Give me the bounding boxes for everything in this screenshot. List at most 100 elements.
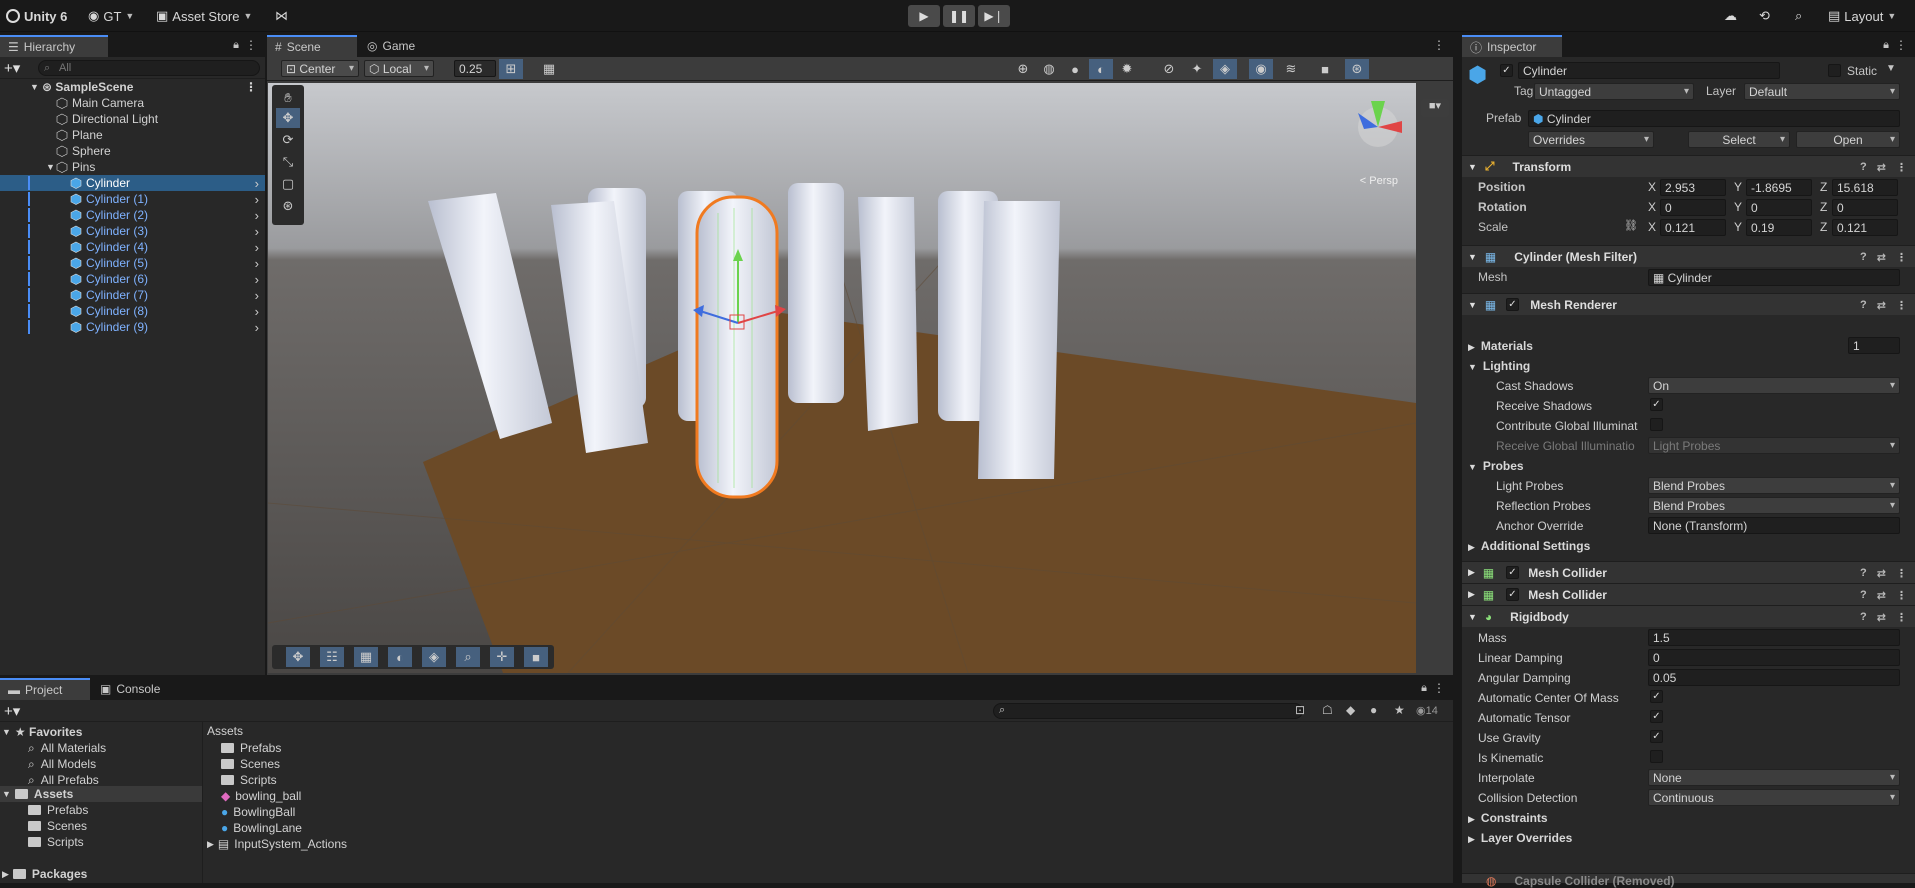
transform-rotation-x-field[interactable]: 0 <box>1660 199 1726 216</box>
chevron-right-icon[interactable]: › <box>255 304 259 319</box>
space-dropdown[interactable]: ⬡ Local <box>364 60 434 77</box>
warning-icon[interactable]: ● <box>1370 703 1377 717</box>
hierarchy-item[interactable]: Plane <box>0 127 265 143</box>
mesh-collider-2-enabled-checkbox[interactable]: ✓ <box>1506 588 1519 601</box>
anchor-override-field[interactable]: None (Transform) <box>1648 517 1900 534</box>
hierarchy-item[interactable]: Cylinder (3) › <box>0 223 265 239</box>
pause-button[interactable]: ❚❚ <box>943 5 975 27</box>
mesh-filter-header[interactable]: ▼ ▦ Cylinder (Mesh Filter) ? ⇄ ⋮ <box>1462 245 1915 267</box>
more-icon[interactable]: ⋮ <box>1433 681 1445 695</box>
scene-visibility-button[interactable]: ◉ <box>1249 59 1273 79</box>
overlay-layers-button[interactable]: ◈ <box>422 647 446 667</box>
cloud-button[interactable]: ☁ <box>1724 0 1737 32</box>
label-icon[interactable]: ◆ <box>1346 703 1355 717</box>
presets-icon[interactable]: ⇄ <box>1877 299 1886 312</box>
materials-count-field[interactable]: 1 <box>1848 337 1900 354</box>
hierarchy-item[interactable]: Cylinder (8) › <box>0 303 265 319</box>
grid-visibility-button[interactable]: ▦ <box>537 59 561 79</box>
move-tool[interactable]: ✥ <box>276 108 300 128</box>
more-icon[interactable]: ⋮ <box>1896 251 1907 264</box>
filter-type-icon[interactable]: ☖ <box>1322 703 1333 717</box>
assets-row[interactable]: ▼ Assets <box>0 786 202 802</box>
angular-damping-field[interactable]: 0.05 <box>1648 669 1900 686</box>
search-by-type-icon[interactable]: ⊡ <box>1295 703 1305 717</box>
constrain-proportions-icon[interactable]: ⛓ <box>1624 219 1638 232</box>
transform-tool[interactable]: ⊛ <box>276 196 300 216</box>
play-button[interactable]: ▶ <box>908 5 940 27</box>
layer-overrides-section[interactable]: ▶ Layer Overrides <box>1468 831 1572 845</box>
camera-settings-button[interactable]: ■ <box>1313 59 1337 79</box>
help-icon[interactable]: ? <box>1860 589 1867 601</box>
mesh-renderer-header[interactable]: ▼ ▦ ✓ Mesh Renderer ? ⇄ ⋮ <box>1462 293 1915 315</box>
audio-toggle-button[interactable]: ⊘ <box>1157 59 1181 79</box>
hierarchy-item[interactable]: Cylinder (7) › <box>0 287 265 303</box>
chevron-right-icon[interactable]: › <box>255 320 259 335</box>
unity-menu[interactable]: Unity 6 <box>6 0 67 32</box>
asset-folder-item[interactable]: Scripts <box>28 834 84 850</box>
help-icon[interactable]: ? <box>1860 161 1867 173</box>
asset-file-item[interactable]: Prefabs <box>221 740 281 756</box>
constraints-section[interactable]: ▶ Constraints <box>1468 811 1548 825</box>
lighting-section[interactable]: ▼ Lighting <box>1468 359 1530 373</box>
use-gravity-checkbox[interactable]: ✓ <box>1650 730 1663 743</box>
layers-button[interactable]: ◈ <box>1213 59 1237 79</box>
overlay-move-button[interactable]: ✥ <box>286 647 310 667</box>
transform-position-x-field[interactable]: 2.953 <box>1660 179 1726 196</box>
selected-cylinder[interactable] <box>695 195 779 499</box>
tag-dropdown[interactable]: Untagged <box>1534 83 1694 100</box>
tab-game[interactable]: ◎ Game <box>359 35 429 57</box>
asset-file-item[interactable]: ▶ ▤ InputSystem_Actions <box>207 836 347 852</box>
lock-icon[interactable]: 🔒︎ <box>1883 39 1889 52</box>
chevron-right-icon[interactable]: › <box>255 240 259 255</box>
rect-tool[interactable]: ▢ <box>276 174 300 194</box>
scene-viewport[interactable]: ✋︎ ✥ ⟳ ⤡ ▢ ⊛ < Persp ✥ ☷ ▦ ◐ ◈ ⌕ ✛ ■ <box>268 83 1416 673</box>
hierarchy-item[interactable]: ▼ Pins <box>0 159 265 175</box>
snap-increment-field[interactable]: 0.25 <box>454 60 496 77</box>
auto-tensor-checkbox[interactable]: ✓ <box>1650 710 1663 723</box>
mass-field[interactable]: 1.5 <box>1648 629 1900 646</box>
overlay-camera-button[interactable]: ■ <box>524 647 548 667</box>
more-icon[interactable]: ⋮ <box>1896 567 1907 580</box>
fx-toggle-button[interactable]: ✦ <box>1185 59 1209 79</box>
capsule-collider-removed-header[interactable]: ◍ Capsule Collider (Removed) <box>1462 873 1915 888</box>
asset-folder-item[interactable]: Scenes <box>28 818 87 834</box>
account-dropdown[interactable]: ◉ GT ▼ <box>88 0 134 32</box>
mesh-renderer-enabled-checkbox[interactable]: ✓ <box>1506 298 1519 311</box>
transform-rotation-z-field[interactable]: 0 <box>1832 199 1898 216</box>
materials-section[interactable]: ▶ Materials <box>1468 339 1533 353</box>
hierarchy-item[interactable]: Cylinder (6) › <box>0 271 265 287</box>
more-icon[interactable]: ⋮ <box>1433 38 1445 52</box>
lock-icon[interactable]: 🔒︎ <box>1421 682 1427 695</box>
asset-file-item[interactable]: ● BowlingBall <box>221 804 295 820</box>
gizmos-button[interactable]: ⊛ <box>1345 59 1369 79</box>
lighting-toggle-button[interactable]: ✹ <box>1115 59 1139 79</box>
rotate-tool[interactable]: ⟳ <box>276 130 300 150</box>
draw-mode-lit-button[interactable]: ◐ <box>1089 59 1113 79</box>
asset-file-item[interactable]: Scripts <box>221 772 277 788</box>
project-search-input[interactable]: ⌕ <box>993 703 1303 719</box>
help-icon[interactable]: ? <box>1860 567 1867 579</box>
favorite-item[interactable]: ⌕ All Models <box>28 756 96 772</box>
chevron-down-icon[interactable]: ▼ <box>1886 63 1896 74</box>
scene-row[interactable]: ▼ ⊛ SampleScene ⋮ <box>0 79 265 95</box>
contribute-gi-checkbox[interactable] <box>1650 418 1663 431</box>
scale-tool[interactable]: ⤡ <box>276 152 300 172</box>
step-button[interactable]: ▶❘ <box>978 5 1010 27</box>
chevron-right-icon[interactable]: › <box>255 288 259 303</box>
hierarchy-item[interactable]: Main Camera <box>0 95 265 111</box>
more-icon[interactable]: ⋮ <box>1896 161 1907 174</box>
hierarchy-item[interactable]: Cylinder (1) › <box>0 191 265 207</box>
chevron-right-icon[interactable]: › <box>255 256 259 271</box>
presets-icon[interactable]: ⇄ <box>1877 589 1886 602</box>
hierarchy-item[interactable]: Cylinder (9) › <box>0 319 265 335</box>
tab-console[interactable]: ▣ Console <box>92 678 172 700</box>
tab-hierarchy[interactable]: ☰ Hierarchy <box>0 35 108 57</box>
favorites-row[interactable]: ▼ ★ Favorites <box>2 724 82 740</box>
draw-mode-shaded-button[interactable]: ● <box>1063 59 1087 79</box>
receive-shadows-checkbox[interactable]: ✓ <box>1650 398 1663 411</box>
receive-gi-dropdown[interactable]: Light Probes <box>1648 437 1900 454</box>
hierarchy-item[interactable]: Cylinder (5) › <box>0 255 265 271</box>
static-checkbox[interactable] <box>1828 64 1841 77</box>
more-icon[interactable]: ⋮ <box>1895 38 1907 52</box>
pivot-dropdown[interactable]: ⊡ Center <box>281 60 359 77</box>
